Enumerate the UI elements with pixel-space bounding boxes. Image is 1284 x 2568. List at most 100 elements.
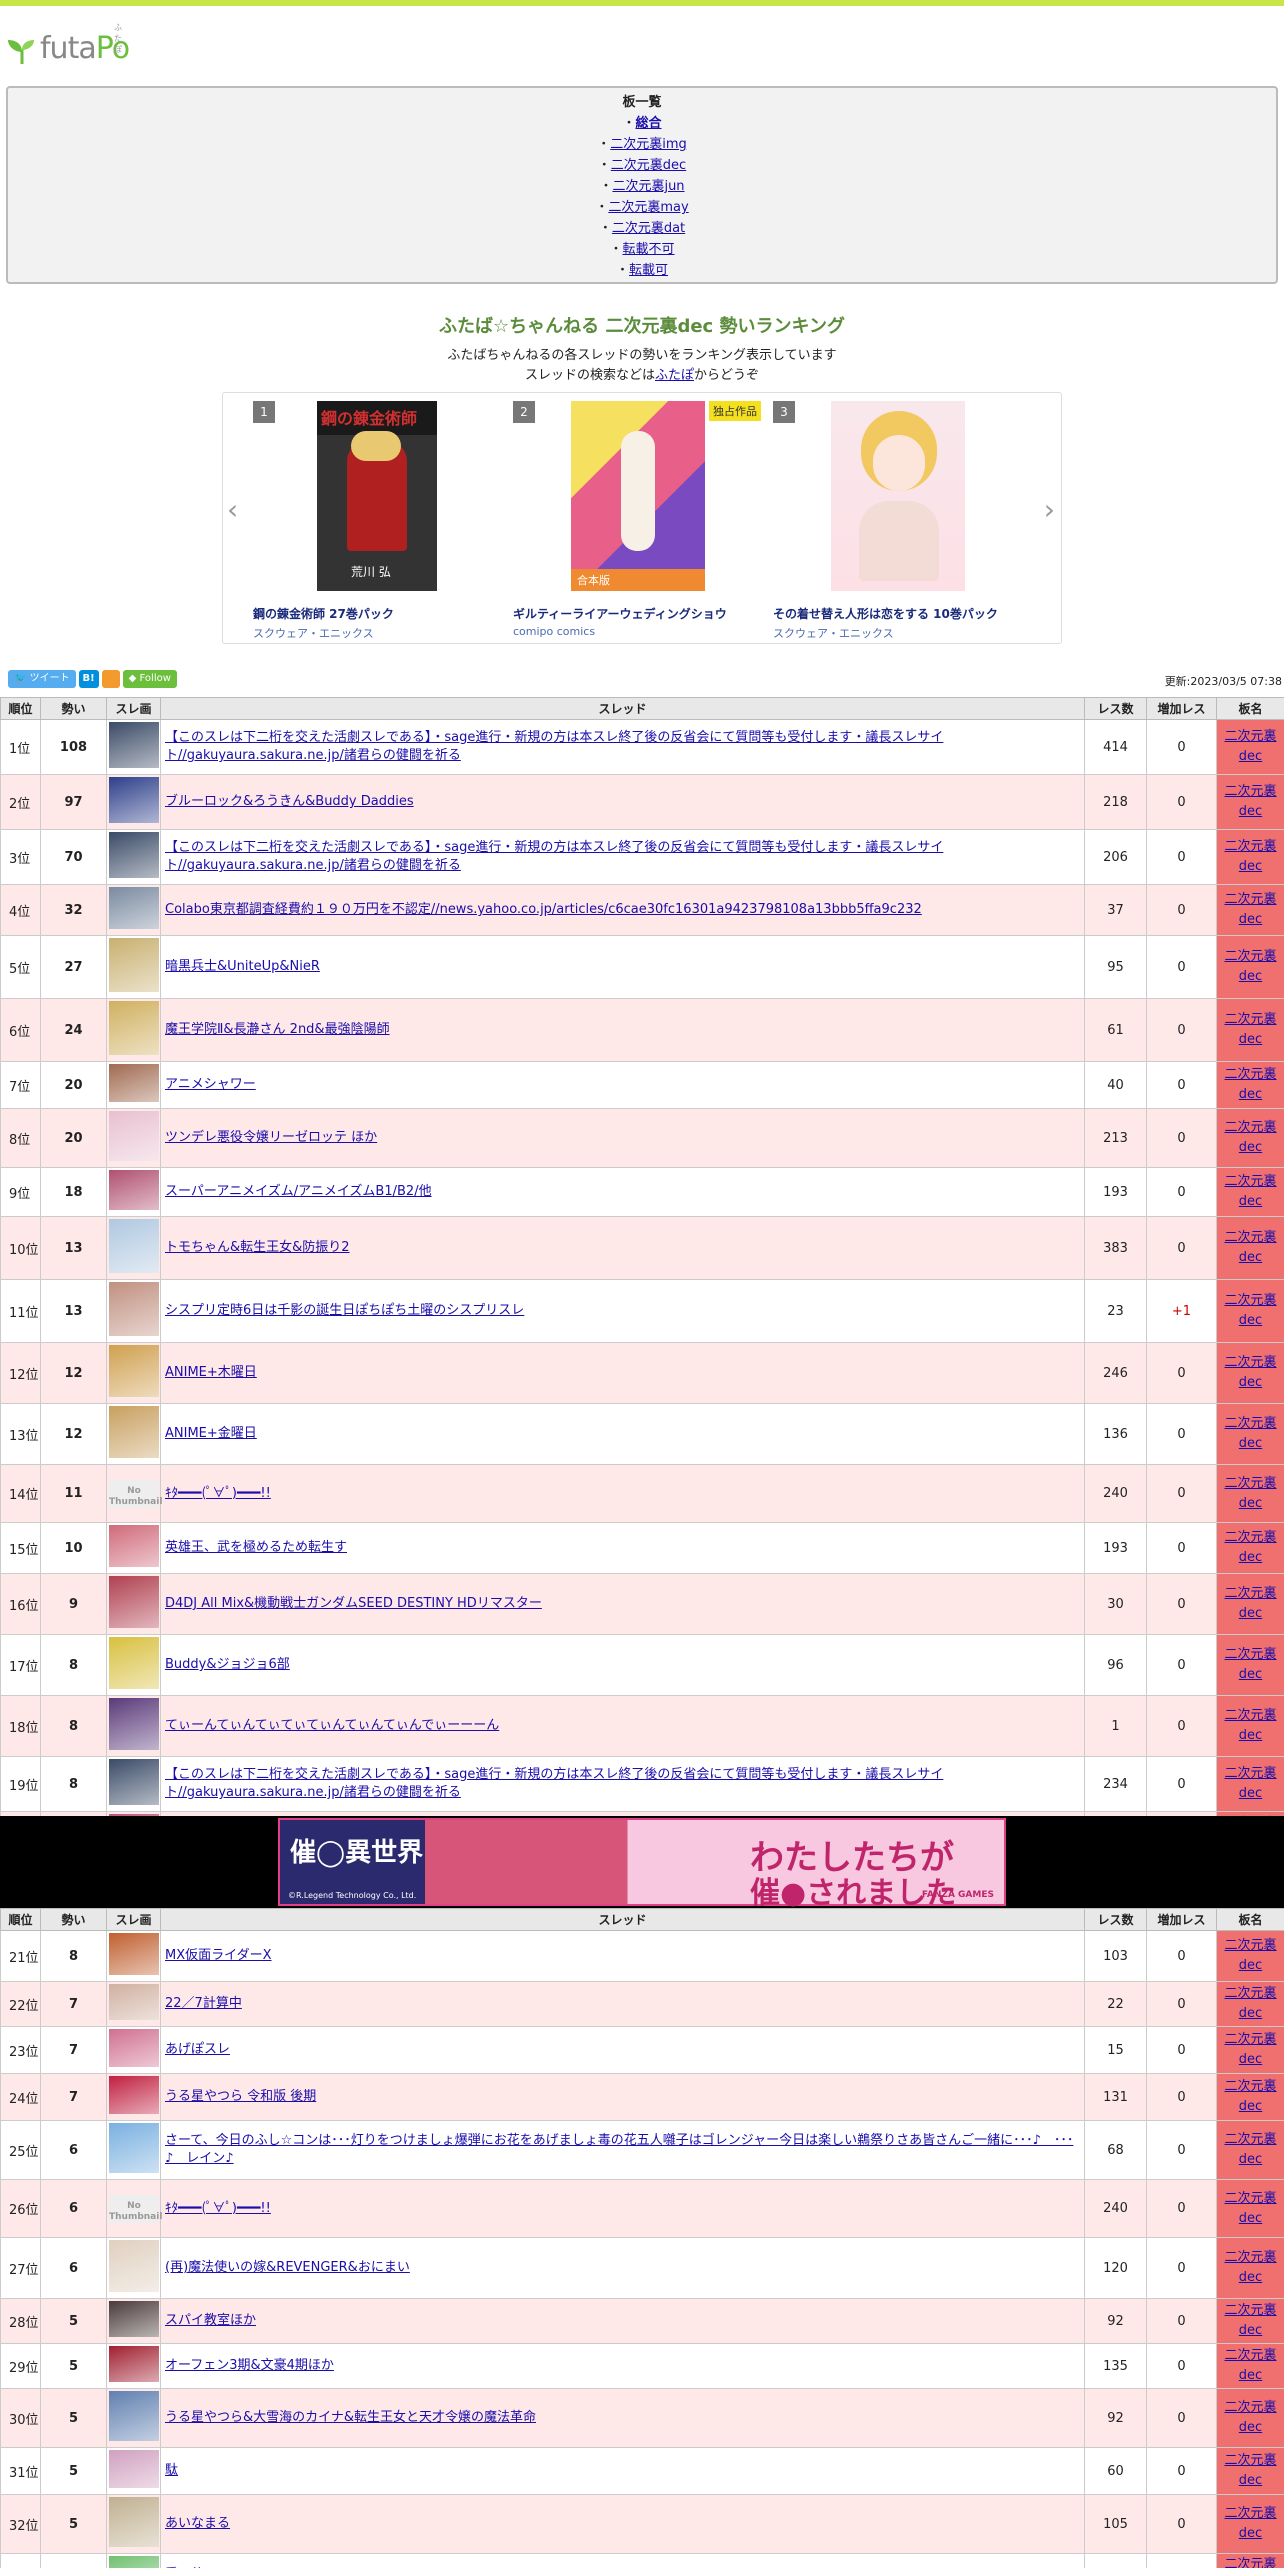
thread-link[interactable]: さーて、今日のふし☆コンは･･･灯りをつけましょ爆弾にお花をあげましょ毒の花五人… xyxy=(165,2133,1073,2166)
thread-link[interactable]: トモちゃん&転生王女&防振り2 xyxy=(165,1240,350,1255)
thread-thumbnail[interactable] xyxy=(109,777,159,823)
thread-thumbnail[interactable] xyxy=(109,1406,159,1458)
thread-link[interactable]: ブルーロック&ろうきん&Buddy Daddies xyxy=(165,794,414,809)
thread-thumbnail[interactable] xyxy=(109,2346,159,2382)
thread-link[interactable]: MX仮面ライダーX xyxy=(165,1948,272,1963)
board-name-link[interactable]: 二次元裏dec xyxy=(1224,1293,1276,1328)
thread-thumbnail[interactable] xyxy=(109,2301,159,2337)
board-name-link[interactable]: 二次元裏dec xyxy=(1224,2303,1276,2338)
board-name-link[interactable]: 二次元裏dec xyxy=(1224,2132,1276,2167)
thread-link[interactable]: アニメシャワー xyxy=(165,1077,256,1092)
hatena-bookmark-button[interactable]: B! xyxy=(78,670,99,688)
thread-link[interactable]: 暗黒兵士&UniteUp&NieR xyxy=(165,959,320,974)
thread-link[interactable]: オーフェン3期&文豪4期ほか xyxy=(165,2358,334,2373)
board-link[interactable]: 転載可 xyxy=(629,263,668,278)
board-link[interactable]: 二次元裏img xyxy=(610,137,687,152)
board-name-link[interactable]: 二次元裏dec xyxy=(1224,784,1276,819)
board-name-link[interactable]: 二次元裏dec xyxy=(1224,2453,1276,2488)
board-name-link[interactable]: 二次元裏dec xyxy=(1224,2079,1276,2114)
board-name-link[interactable]: 二次元裏dec xyxy=(1224,949,1276,984)
board-name-link[interactable]: 二次元裏dec xyxy=(1224,1476,1276,1511)
thread-thumbnail[interactable] xyxy=(109,1637,159,1689)
thread-link[interactable]: 【このスレは下二桁を交えた活劇スレである】・sage進行・新規の方は本スレ終了後… xyxy=(165,1767,943,1800)
board-name-link[interactable]: 二次元裏dec xyxy=(1224,1986,1276,2021)
board-name-link[interactable]: 二次元裏dec xyxy=(1224,1067,1276,1102)
thread-thumbnail[interactable] xyxy=(109,887,159,929)
board-link[interactable]: 二次元裏dat xyxy=(612,221,685,236)
thread-link[interactable]: (再)魔法使いの嫁&REVENGER&おにまい xyxy=(165,2260,410,2275)
thread-thumbnail[interactable] xyxy=(109,1001,159,1055)
board-name-link[interactable]: 二次元裏dec xyxy=(1224,2250,1276,2285)
thread-thumbnail[interactable] xyxy=(109,2076,159,2114)
thread-thumbnail[interactable] xyxy=(109,1984,159,2020)
thread-link[interactable]: うる星やつら&大雪海のカイナ&転生王女と天才令嬢の魔法革命 xyxy=(165,2410,536,2425)
thread-link[interactable]: 【このスレは下二桁を交えた活劇スレである】・sage進行・新規の方は本スレ終了後… xyxy=(165,730,943,763)
ad-banner[interactable]: 催◯異世界 ©R.Legend Technology Co., Ltd. わたし… xyxy=(278,1818,1006,1911)
carousel-prev-icon[interactable]: ‹ xyxy=(227,493,238,526)
thread-thumbnail[interactable] xyxy=(109,1111,159,1161)
thread-thumbnail[interactable] xyxy=(109,1759,159,1805)
board-name-link[interactable]: 二次元裏dec xyxy=(1224,839,1276,874)
board-name-link[interactable]: 二次元裏dec xyxy=(1224,892,1276,927)
thread-thumbnail[interactable] xyxy=(109,2240,159,2292)
board-name-link[interactable]: 二次元裏dec xyxy=(1224,1586,1276,1621)
board-name-link[interactable]: 二次元裏dec xyxy=(1224,1708,1276,1743)
thread-thumbnail[interactable] xyxy=(109,1576,159,1628)
thread-link[interactable]: Colabo東京都調査経費約１９０万円を不認定//news.yahoo.co.j… xyxy=(165,902,922,917)
board-link[interactable]: 総合 xyxy=(636,116,662,131)
board-name-link[interactable]: 二次元裏dec xyxy=(1224,1766,1276,1801)
board-link[interactable]: 二次元裏dec xyxy=(611,158,686,173)
board-name-link[interactable]: 二次元裏dec xyxy=(1224,2191,1276,2226)
thread-thumbnail[interactable] xyxy=(109,2391,159,2441)
thread-thumbnail[interactable] xyxy=(109,938,159,992)
thread-link[interactable]: スーパーアニメイズム/アニメイズムB1/B2/他 xyxy=(165,1184,432,1199)
thread-thumbnail[interactable] xyxy=(109,2123,159,2173)
thread-link[interactable]: ｷﾀ━━━(ﾟ∀ﾟ)━━━!! xyxy=(165,1486,271,1501)
thread-link[interactable]: てぃーんてぃんてぃてぃてぃんてぃんてぃんでぃーーーん xyxy=(165,1718,499,1733)
thread-link[interactable]: あいなまる xyxy=(165,2516,230,2531)
thread-link[interactable]: スパイ教室ほか xyxy=(165,2313,256,2328)
board-name-link[interactable]: 二次元裏dec xyxy=(1224,1647,1276,1682)
thread-link[interactable]: 英雄王、武を極めるため転生す xyxy=(165,1540,347,1555)
thread-link[interactable]: 22／7計算中 xyxy=(165,1996,242,2011)
board-name-link[interactable]: 二次元裏dec xyxy=(1224,2557,1276,2568)
thread-link[interactable]: ツンデレ悪役令嬢リーゼロッテ ほか xyxy=(165,1130,377,1145)
board-name-link[interactable]: 二次元裏dec xyxy=(1224,2032,1276,2067)
thread-thumbnail[interactable] xyxy=(109,2497,159,2547)
no-thumbnail-icon[interactable]: No Thumbnail xyxy=(109,1479,162,1508)
thread-thumbnail[interactable] xyxy=(109,1933,159,1975)
board-name-link[interactable]: 二次元裏dec xyxy=(1224,2400,1276,2435)
thread-thumbnail[interactable] xyxy=(109,1345,159,1397)
site-logo[interactable]: futaPo ふたぽ xyxy=(6,18,130,66)
feedly-follow-button[interactable]: ◆ Follow xyxy=(122,670,177,688)
thread-thumbnail[interactable] xyxy=(109,1219,159,1273)
board-link[interactable]: 二次元裏jun xyxy=(612,179,684,194)
thread-link[interactable]: うる星やつら 令和版 後期 xyxy=(165,2089,316,2104)
board-name-link[interactable]: 二次元裏dec xyxy=(1224,729,1276,764)
board-name-link[interactable]: 二次元裏dec xyxy=(1224,2506,1276,2541)
board-link[interactable]: 転載不可 xyxy=(623,242,675,257)
thread-link[interactable]: ｷﾀ━━━(ﾟ∀ﾟ)━━━!! xyxy=(165,2201,271,2216)
thread-thumbnail[interactable] xyxy=(109,1525,159,1567)
thread-thumbnail[interactable] xyxy=(109,722,159,768)
thread-thumbnail[interactable] xyxy=(109,1698,159,1750)
board-name-link[interactable]: 二次元裏dec xyxy=(1224,1230,1276,1265)
board-link[interactable]: 二次元裏may xyxy=(608,200,688,215)
thread-thumbnail[interactable] xyxy=(109,1282,159,1336)
thread-link[interactable]: ANIME+木曜日 xyxy=(165,1365,257,1380)
thread-link[interactable]: 【このスレは下二桁を交えた活劇スレである】・sage進行・新規の方は本スレ終了後… xyxy=(165,840,943,873)
board-name-link[interactable]: 二次元裏dec xyxy=(1224,1174,1276,1209)
rss-icon[interactable] xyxy=(101,670,120,688)
thread-link[interactable]: あげぽスレ xyxy=(165,2042,230,2057)
thread-thumbnail[interactable] xyxy=(109,2029,159,2067)
board-name-link[interactable]: 二次元裏dec xyxy=(1224,1012,1276,1047)
thread-link[interactable]: D4DJ All Mix&機動戦士ガンダムSEED DESTINY HDリマスタ… xyxy=(165,1596,542,1611)
thread-link[interactable]: Buddy&ジョジョ6部 xyxy=(165,1657,290,1672)
thread-link[interactable]: ANIME+金曜日 xyxy=(165,1426,257,1441)
futapo-link[interactable]: ふたぽ xyxy=(655,368,694,383)
board-name-link[interactable]: 二次元裏dec xyxy=(1224,1120,1276,1155)
thread-link[interactable]: 駄 xyxy=(165,2463,178,2478)
thread-thumbnail[interactable] xyxy=(109,2450,159,2488)
thread-link[interactable]: シスプリ定時6日は千影の誕生日ぽちぽち土曜のシスプリスレ xyxy=(165,1303,524,1318)
thread-thumbnail[interactable] xyxy=(109,1064,159,1102)
